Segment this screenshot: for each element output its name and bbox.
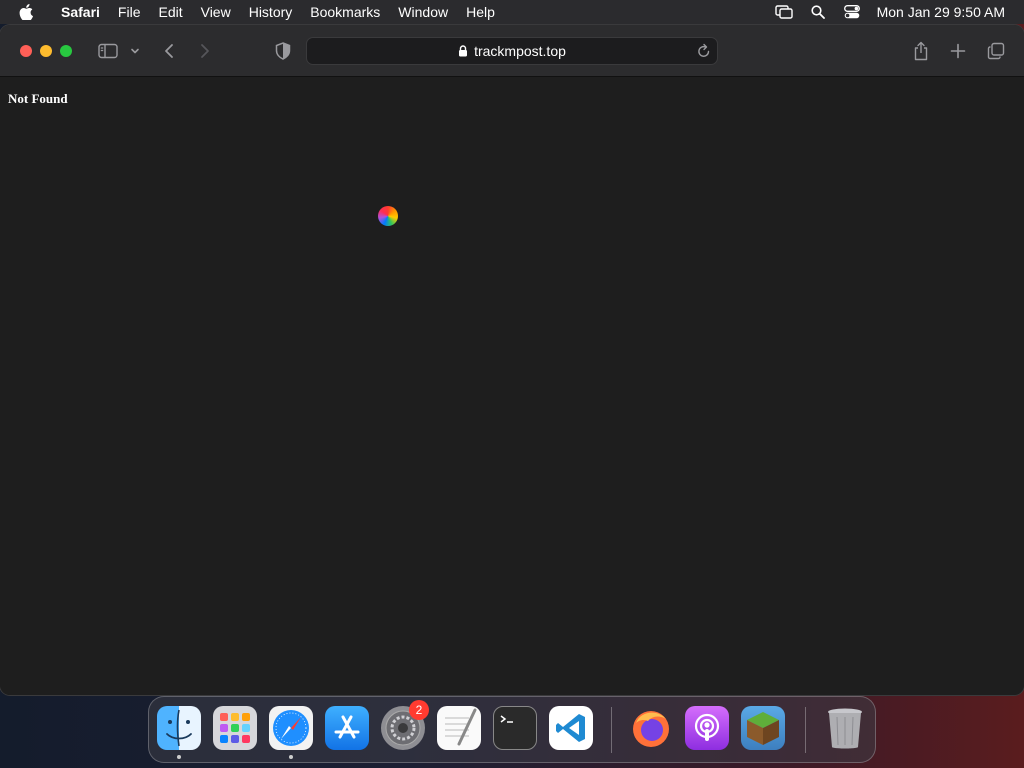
running-indicator [289, 755, 293, 759]
podcasts-icon[interactable] [685, 706, 729, 750]
menu-help[interactable]: Help [457, 4, 504, 20]
screen-mirroring-icon[interactable] [767, 0, 801, 24]
not-found-text: Not Found [8, 91, 68, 106]
address-bar-url: trackmpost.top [474, 43, 566, 59]
minimize-window-button[interactable] [40, 45, 52, 57]
textedit-icon[interactable] [437, 706, 481, 750]
forward-chevron-icon[interactable] [196, 39, 214, 63]
maximize-window-button[interactable] [60, 45, 72, 57]
menu-bar: Safari File Edit View History Bookmarks … [0, 0, 1024, 24]
dock: 2 [148, 696, 876, 763]
sidebar-toggle-icon[interactable] [96, 39, 120, 63]
apple-menu-icon[interactable] [0, 4, 52, 20]
minecraft-icon[interactable] [741, 706, 785, 750]
desktop: Safari File Edit View History Bookmarks … [0, 0, 1024, 768]
privacy-shield-icon[interactable] [272, 39, 294, 63]
close-window-button[interactable] [20, 45, 32, 57]
reload-icon[interactable] [697, 43, 711, 62]
new-tab-plus-icon[interactable] [948, 39, 968, 63]
safari-icon[interactable] [269, 706, 313, 759]
menu-app-name[interactable]: Safari [52, 4, 109, 20]
web-content[interactable]: Not Found [0, 78, 1024, 695]
menu-window[interactable]: Window [389, 4, 457, 20]
back-chevron-icon[interactable] [160, 39, 178, 63]
menu-view[interactable]: View [192, 4, 240, 20]
menu-file[interactable]: File [109, 4, 150, 20]
safari-window: trackmpost.top Not Found [0, 25, 1024, 695]
dock-separator [805, 707, 806, 753]
menu-bookmarks[interactable]: Bookmarks [301, 4, 389, 20]
dock-separator [611, 707, 612, 753]
vscode-icon[interactable] [549, 706, 593, 750]
trash-icon[interactable] [823, 706, 867, 750]
system-preferences-icon[interactable]: 2 [381, 700, 429, 750]
spotlight-search-icon[interactable] [801, 0, 835, 24]
address-bar[interactable]: trackmpost.top [306, 37, 718, 65]
busy-spinner-icon [378, 206, 398, 226]
share-icon[interactable] [910, 39, 932, 63]
tab-group-chevron-down-icon[interactable] [128, 39, 142, 63]
firefox-icon[interactable] [629, 706, 673, 750]
notification-badge: 2 [409, 700, 429, 720]
running-indicator [177, 755, 181, 759]
menu-history[interactable]: History [240, 4, 302, 20]
control-center-icon[interactable] [835, 0, 869, 24]
lock-icon [458, 45, 468, 57]
menubar-clock[interactable]: Mon Jan 29 9:50 AM [869, 4, 1024, 20]
menu-edit[interactable]: Edit [149, 4, 191, 20]
tab-overview-icon[interactable] [985, 39, 1007, 63]
browser-toolbar: trackmpost.top [0, 25, 1024, 77]
finder-icon[interactable] [157, 706, 201, 759]
launchpad-icon[interactable] [213, 706, 257, 750]
terminal-icon[interactable] [493, 706, 537, 750]
app-store-icon[interactable] [325, 706, 369, 750]
